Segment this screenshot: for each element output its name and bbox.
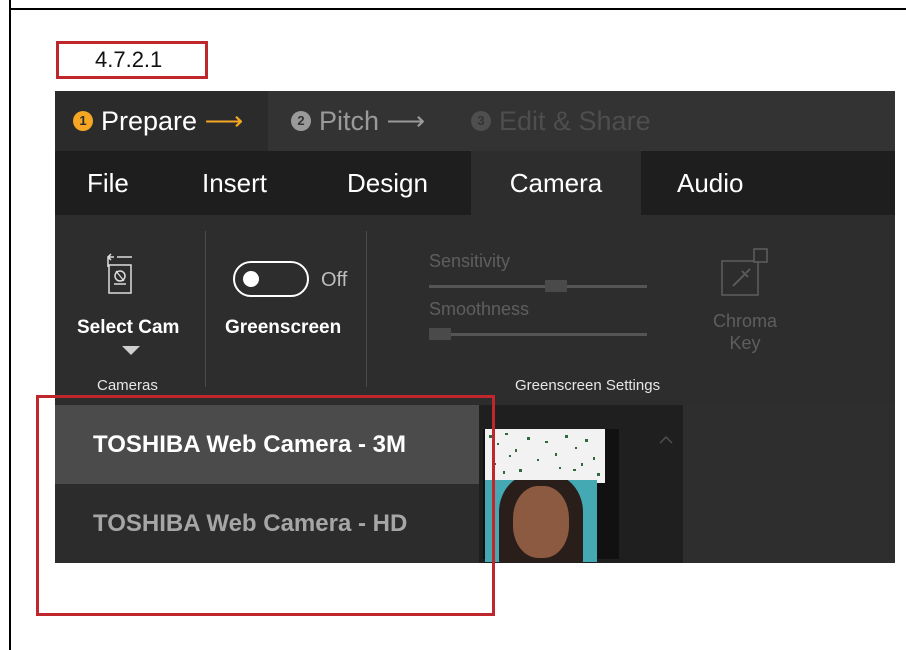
tab-audio[interactable]: Audio: [677, 151, 744, 215]
chroma-key-line1: Chroma: [712, 311, 778, 331]
step-number-badge: 1: [73, 110, 93, 131]
tab-camera[interactable]: Camera: [471, 151, 641, 215]
camera-ribbon: Select Cam Cameras Off Greenscreen Sensi…: [55, 215, 895, 405]
preview-face: [513, 486, 569, 558]
tab-design[interactable]: Design: [347, 151, 428, 215]
camera-switch-icon: [107, 253, 132, 294]
step-number-badge: 3: [471, 110, 491, 131]
eyedropper-icon: [721, 248, 768, 296]
chroma-key-line2: Key: [729, 333, 761, 353]
step-edit-share[interactable]: 3 Edit & Share: [471, 91, 651, 151]
greenscreen-label: Greenscreen: [225, 317, 342, 338]
camera-preview-image: [485, 480, 597, 562]
step-label: Pitch: [319, 106, 380, 136]
document-border-top: [9, 8, 906, 10]
toggle-state-label: Off: [321, 269, 348, 291]
ribbon-divider: [366, 231, 367, 387]
step-arrow-icon: ⟶: [386, 106, 426, 136]
toggle-knob: [243, 271, 259, 287]
step-prepare[interactable]: 1 Prepare ⟶: [55, 91, 268, 151]
step-label: Edit & Share: [499, 106, 651, 136]
sensitivity-label: Sensitivity: [429, 251, 511, 271]
step-number-badge: 2: [291, 110, 311, 131]
ribbon-tab-bar: File Insert Design Camera Audio: [55, 151, 895, 215]
step-label: Prepare: [101, 106, 198, 136]
preview-side-panel: [683, 405, 895, 563]
ribbon-divider: [205, 231, 206, 387]
select-cam-button[interactable]: Select Cam: [77, 317, 179, 339]
step-arrow-icon: ⟶: [204, 106, 244, 136]
smoothness-label: Smoothness: [429, 299, 530, 319]
chevron-down-icon[interactable]: [121, 345, 141, 357]
step-pitch[interactable]: 2 Pitch ⟶: [291, 91, 425, 151]
highlight-annotation-box: [36, 395, 495, 616]
step-number-label: 4.7.2.1: [56, 41, 208, 79]
chevron-up-icon[interactable]: [659, 435, 673, 444]
sensitivity-slider[interactable]: [429, 285, 647, 288]
tab-file[interactable]: File: [87, 151, 129, 215]
greenscreen-toggle[interactable]: [233, 261, 309, 297]
smoothness-slider-thumb[interactable]: [429, 328, 451, 340]
smoothness-slider[interactable]: [429, 333, 647, 336]
tab-insert[interactable]: Insert: [202, 151, 267, 215]
sensitivity-slider-thumb[interactable]: [545, 280, 567, 292]
greenscreen-settings-label: Greenscreen Settings: [515, 377, 661, 394]
document-border-left: [9, 0, 11, 650]
cameras-group-label: Cameras: [97, 377, 158, 394]
workflow-steps-bar: 1 Prepare ⟶ 2 Pitch ⟶ 3 Edit & Share: [55, 91, 895, 151]
greenscreen-noise: [485, 429, 605, 483]
